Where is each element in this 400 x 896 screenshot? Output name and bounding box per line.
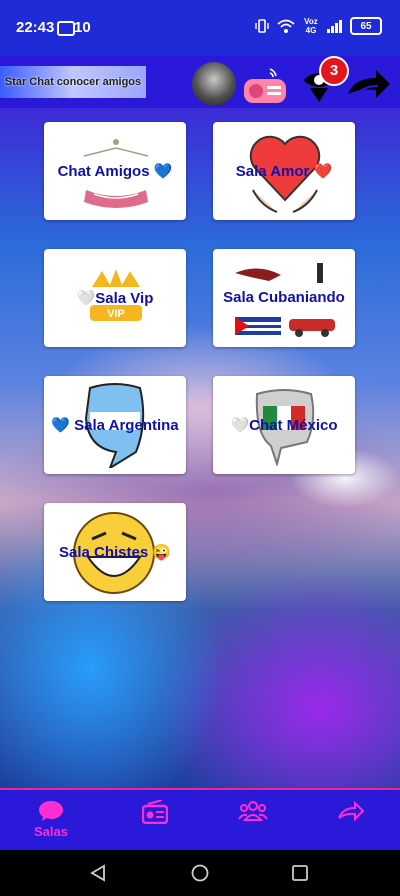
tab-radio[interactable] (130, 800, 180, 844)
network-label: Voz 4G (304, 17, 318, 35)
battery-icon: 65 (350, 17, 382, 35)
chat-bubble-icon (39, 801, 63, 821)
tab-share[interactable] (326, 800, 376, 844)
room-card-sala-amor[interactable]: Sala Amor ❤️ (213, 122, 355, 220)
back-icon[interactable] (89, 864, 107, 882)
svg-text:VIP: VIP (107, 308, 125, 320)
signal-icon (327, 20, 342, 33)
notification-badge[interactable]: 3 (319, 56, 349, 86)
notification-count: 10 (74, 19, 91, 36)
room-label: Sala Chistes 😜 (58, 544, 172, 561)
tab-salas[interactable]: Salas (26, 800, 76, 844)
tab-users[interactable] (228, 800, 278, 844)
message-icon (57, 21, 75, 36)
radio-icon[interactable] (242, 67, 288, 105)
room-card-chat-mexico[interactable]: 🤍Chat México (213, 376, 355, 474)
room-label: Sala Cubaniando (223, 289, 345, 306)
share-arrow-icon[interactable] (346, 64, 392, 104)
room-card-sala-argentina[interactable]: 💙 Sala Argentina (44, 376, 186, 474)
vibrate-icon (255, 19, 269, 33)
recents-icon[interactable] (291, 864, 309, 882)
user-avatar[interactable] (192, 62, 236, 106)
radio-icon (142, 800, 168, 824)
room-label: 🤍Chat México (230, 417, 338, 434)
room-label: 🤍Sala Vip (76, 290, 154, 307)
room-card-sala-chistes[interactable]: Sala Chistes 😜 (44, 503, 186, 601)
room-card-chat-amigos[interactable]: Chat Amigos 💙 (44, 122, 186, 220)
room-card-sala-vip[interactable]: VIP 🤍Sala Vip (44, 249, 186, 347)
room-card-sala-cubaniando[interactable]: Sala Cubaniando (213, 249, 355, 347)
bottom-navigation: Salas (0, 788, 400, 852)
status-bar: 22:43 10 Voz 4G 65 (0, 0, 400, 56)
room-label: Sala Amor ❤️ (235, 163, 333, 180)
status-icons: Voz 4G 65 (254, 17, 382, 35)
wifi-icon (277, 19, 295, 33)
share-arrow-icon (338, 800, 365, 822)
system-navigation-bar (0, 850, 400, 896)
clock: 22:43 (16, 19, 55, 36)
group-icon (238, 801, 268, 821)
room-label: 💙 Sala Argentina (51, 417, 179, 434)
app-logo[interactable]: Star Chat conocer amigos (0, 66, 146, 98)
tab-label: Salas (34, 824, 68, 839)
room-label: Chat Amigos 💙 (57, 163, 173, 180)
home-icon[interactable] (191, 864, 209, 882)
